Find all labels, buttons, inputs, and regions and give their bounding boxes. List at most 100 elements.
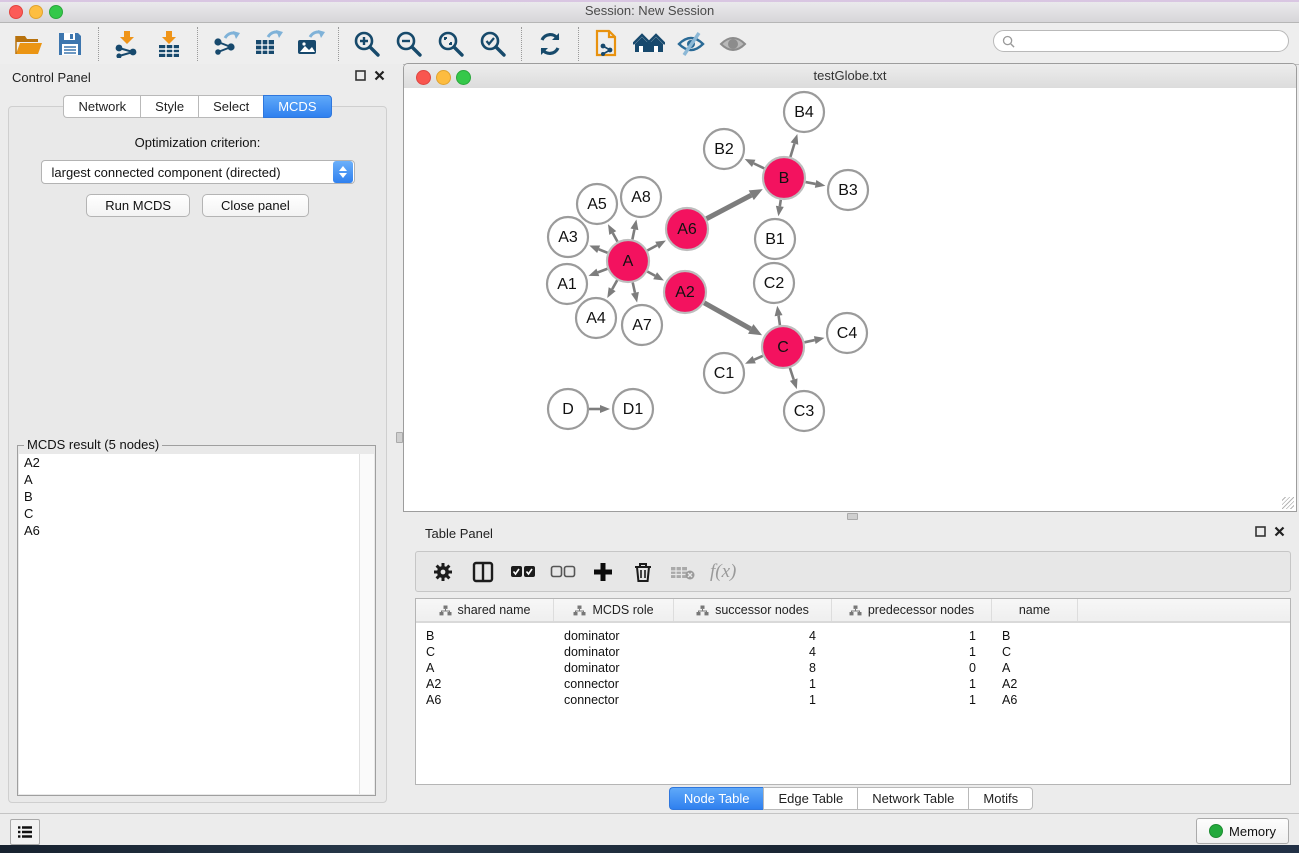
close-panel-button[interactable]: Close panel <box>202 194 309 217</box>
table-cell[interactable]: 1 <box>832 677 992 691</box>
deselect-all-icon[interactable] <box>550 559 576 585</box>
table-cell[interactable]: dominator <box>554 661 674 675</box>
edge-A-A5[interactable] <box>613 233 618 242</box>
optimization-criterion-dropdown[interactable]: largest connected component (directed) <box>41 160 355 184</box>
edge-B-B1[interactable] <box>780 200 781 207</box>
network-graph[interactable]: B4B2BB3A5A8A6A3B1AA1C2A2A4A7C4CC1C3DD1 <box>404 88 1296 511</box>
search-field[interactable] <box>993 30 1289 52</box>
edge-B-B4[interactable] <box>790 144 794 157</box>
tab-style[interactable]: Style <box>140 95 198 118</box>
zoom-in-icon[interactable] <box>349 27 385 61</box>
edge-C-C2[interactable] <box>779 316 780 326</box>
table-cell[interactable]: 4 <box>674 629 832 643</box>
save-icon[interactable] <box>52 27 88 61</box>
node-table[interactable]: shared nameMCDS rolesuccessor nodesprede… <box>415 598 1291 785</box>
edge-A2-C[interactable] <box>704 303 751 329</box>
table-cell[interactable]: A6 <box>416 693 554 707</box>
table-cell[interactable]: B <box>992 629 1078 643</box>
table-cell[interactable]: 8 <box>674 661 832 675</box>
eye-icon[interactable] <box>715 27 751 61</box>
horizontal-splitter[interactable] <box>403 512 1299 520</box>
table-cell[interactable]: dominator <box>554 629 674 643</box>
export-network-icon[interactable] <box>208 27 244 61</box>
column-header-MCDS-role[interactable]: MCDS role <box>554 599 674 621</box>
export-table-icon[interactable] <box>250 27 286 61</box>
table-row[interactable]: Bdominator41B <box>416 628 1290 644</box>
edge-A-A1[interactable] <box>598 269 608 273</box>
table-cell[interactable]: A <box>992 661 1078 675</box>
edge-C-C3[interactable] <box>790 368 794 380</box>
task-history-button[interactable] <box>10 819 40 845</box>
splitter-grip[interactable] <box>847 513 858 520</box>
edge-A6-B[interactable] <box>706 195 751 219</box>
open-folder-icon[interactable] <box>10 27 46 61</box>
run-mcds-button[interactable]: Run MCDS <box>86 194 190 217</box>
table-cell[interactable]: A2 <box>416 677 554 691</box>
table-row[interactable]: A6connector11A6 <box>416 692 1290 708</box>
result-list-item[interactable]: A2 <box>19 454 360 471</box>
mcds-result-list[interactable]: A2ABCA6 <box>19 454 360 794</box>
table-cell[interactable]: connector <box>554 693 674 707</box>
column-table-icon[interactable] <box>470 559 496 585</box>
edge-C-C4[interactable] <box>804 340 814 342</box>
tab-node-table[interactable]: Node Table <box>669 787 764 810</box>
search-input[interactable] <box>1020 33 1288 49</box>
memory-button[interactable]: Memory <box>1196 818 1289 844</box>
table-cell[interactable]: A <box>416 661 554 675</box>
table-cell[interactable]: 4 <box>674 645 832 659</box>
table-cell[interactable]: B <box>416 629 554 643</box>
float-panel-icon[interactable] <box>355 70 366 81</box>
result-list-item[interactable]: A <box>19 471 360 488</box>
edge-A-A2[interactable] <box>647 272 655 276</box>
zoom-out-icon[interactable] <box>391 27 427 61</box>
table-cell[interactable]: 1 <box>674 693 832 707</box>
float-panel-icon[interactable] <box>1255 526 1266 537</box>
table-cell[interactable]: A6 <box>992 693 1078 707</box>
table-cell[interactable]: connector <box>554 677 674 691</box>
eye-hidden-icon[interactable] <box>673 27 709 61</box>
tab-select[interactable]: Select <box>198 95 263 118</box>
home-icon[interactable] <box>631 27 667 61</box>
table-row[interactable]: Adominator80A <box>416 660 1290 676</box>
column-header-predecessor-nodes[interactable]: predecessor nodes <box>832 599 992 621</box>
tab-edge-table[interactable]: Edge Table <box>763 787 857 810</box>
network-window-titlebar[interactable]: testGlobe.txt <box>404 64 1296 89</box>
tab-mcds[interactable]: MCDS <box>263 95 331 118</box>
edge-B-B2[interactable] <box>754 163 764 168</box>
edge-A-A6[interactable] <box>647 245 657 250</box>
close-panel-icon[interactable] <box>1274 526 1285 537</box>
delete-table-icon[interactable] <box>670 559 696 585</box>
trash-icon[interactable] <box>630 559 656 585</box>
table-cell[interactable]: 1 <box>832 629 992 643</box>
import-table-icon[interactable] <box>151 27 187 61</box>
function-builder-icon[interactable]: f(x) <box>710 559 736 585</box>
vertical-splitter[interactable] <box>395 64 403 813</box>
column-header-name[interactable]: name <box>992 599 1078 621</box>
zoom-selected-icon[interactable] <box>475 27 511 61</box>
edge-C-C1[interactable] <box>754 356 763 360</box>
edge-B-B3[interactable] <box>806 182 816 184</box>
result-scrollbar[interactable] <box>359 454 374 794</box>
table-cell[interactable]: A2 <box>992 677 1078 691</box>
table-cell[interactable]: dominator <box>554 645 674 659</box>
network-canvas[interactable]: B4B2BB3A5A8A6A3B1AA1C2A2A4A7C4CC1C3DD1 <box>404 88 1296 511</box>
result-list-item[interactable]: B <box>19 488 360 505</box>
import-network-icon[interactable] <box>109 27 145 61</box>
table-cell[interactable]: 0 <box>832 661 992 675</box>
edge-A-A3[interactable] <box>599 249 608 253</box>
edge-A-A8[interactable] <box>632 229 634 239</box>
select-all-icon[interactable] <box>510 559 536 585</box>
table-cell[interactable]: C <box>992 645 1078 659</box>
export-image-icon[interactable] <box>292 27 328 61</box>
edge-A-A7[interactable] <box>633 282 635 292</box>
column-header-successor-nodes[interactable]: successor nodes <box>674 599 832 621</box>
table-cell[interactable]: 1 <box>832 645 992 659</box>
table-cell[interactable]: 1 <box>674 677 832 691</box>
splitter-grip[interactable] <box>396 432 403 443</box>
edge-A-A4[interactable] <box>612 280 617 289</box>
table-row[interactable]: Cdominator41C <box>416 644 1290 660</box>
refresh-icon[interactable] <box>532 27 568 61</box>
network-document-icon[interactable] <box>589 27 625 61</box>
gear-icon[interactable] <box>430 559 456 585</box>
table-cell[interactable]: C <box>416 645 554 659</box>
